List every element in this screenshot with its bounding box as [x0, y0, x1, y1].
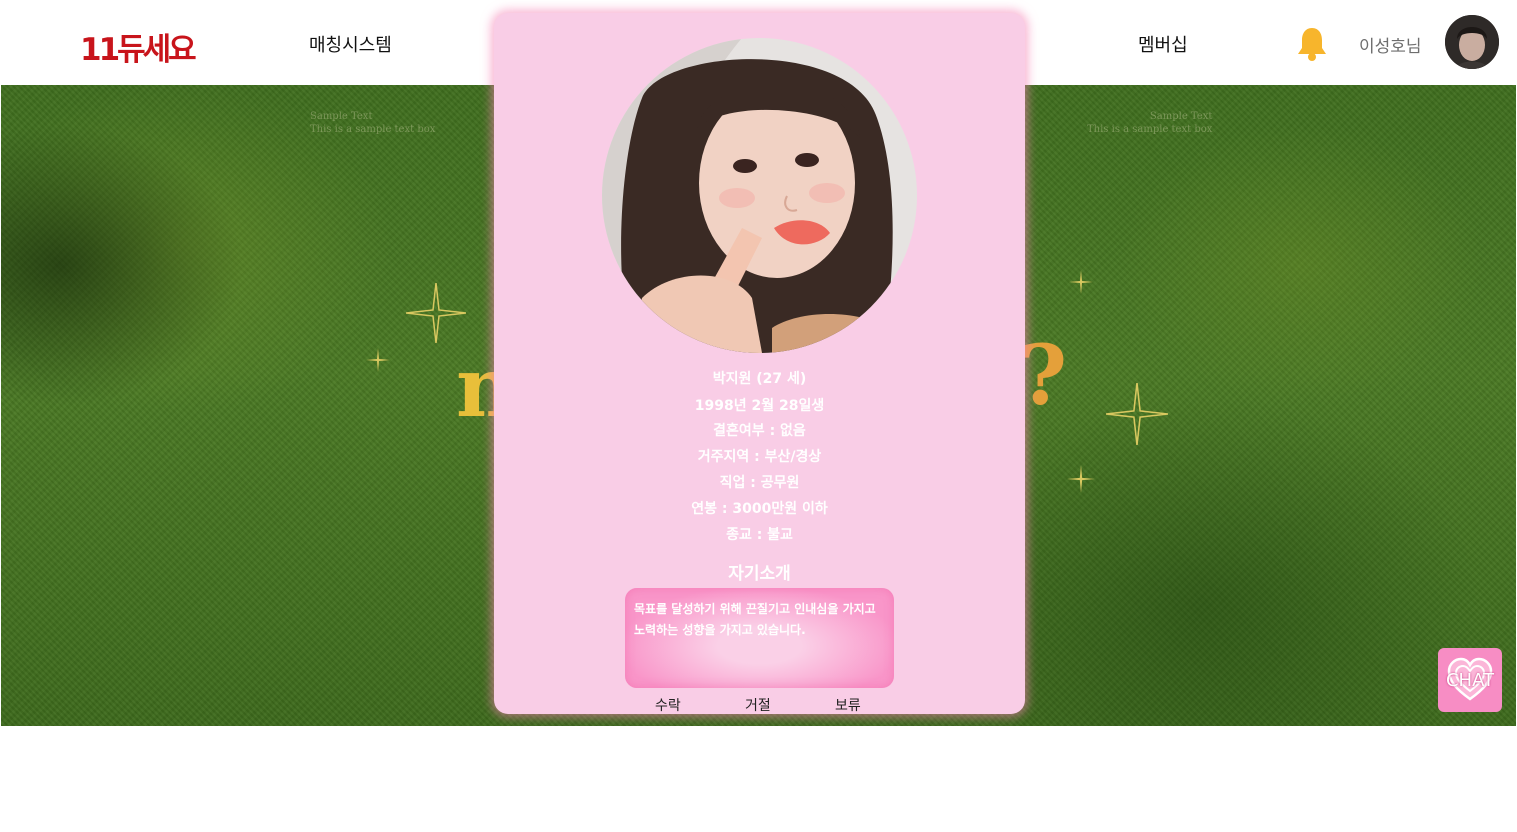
intro-text: 목표를 달성하기 위해 끈질기고 인내심을 가지고 노력하는 성향을 가지고 있…	[634, 602, 876, 637]
hold-button[interactable]: 보류	[835, 695, 861, 715]
bell-icon[interactable]	[1295, 26, 1329, 62]
sparkle-icon	[406, 283, 466, 343]
sample-text-left: Sample Text This is a sample text box	[310, 110, 435, 136]
profile-marriage: 결혼여부 : 없음	[713, 423, 806, 439]
sparkle-icon	[366, 348, 390, 372]
profile-name-age: 박지원 (27 세)	[712, 371, 807, 387]
chat-button[interactable]: CHAT	[1438, 648, 1502, 712]
chat-label: CHAT	[1445, 670, 1494, 691]
profile-photo	[602, 38, 917, 353]
profile-region: 거주지역 : 부산/경상	[697, 449, 822, 465]
profile-birth: 1998년 2월 28일생	[694, 398, 825, 414]
sample-text-right-line1: Sample Text	[1149, 111, 1213, 122]
site-logo[interactable]: 11듀세요	[80, 24, 197, 69]
profile-job: 직업 : 공무원	[719, 475, 800, 491]
sample-text-left-line1: Sample Text	[310, 111, 373, 122]
reject-button[interactable]: 거절	[745, 695, 771, 715]
profile-photo-image	[602, 38, 917, 353]
nav-membership[interactable]: 멤버십	[1138, 31, 1188, 57]
profile-salary: 연봉 : 3000만원 이하	[691, 501, 828, 517]
sparkle-icon	[1106, 383, 1168, 445]
accept-button[interactable]: 수락	[655, 695, 681, 715]
sparkle-icon	[1069, 270, 1093, 294]
sample-text-left-line2: This is a sample text box	[310, 124, 436, 135]
intro-box: 목표를 달성하기 위해 끈질기고 인내심을 가지고 노력하는 성향을 가지고 있…	[625, 588, 894, 688]
sample-text-right-line2: This is a sample text box	[1087, 124, 1213, 135]
nav-matching-system[interactable]: 매칭시스템	[309, 31, 392, 57]
intro-title: 자기소개	[728, 564, 791, 584]
hero-big-text-right: ?	[1019, 328, 1068, 424]
sparkle-icon	[1067, 465, 1095, 493]
avatar-image	[1445, 15, 1499, 69]
profile-religion: 종교 : 불교	[726, 527, 793, 543]
sample-text-right: Sample Text This is a sample text box	[1087, 110, 1212, 136]
user-name[interactable]: 이성호님	[1359, 32, 1422, 57]
user-avatar[interactable]	[1445, 15, 1499, 69]
profile-card: 박지원 (27 세) 1998년 2월 28일생 결혼여부 : 없음 거주지역 …	[494, 13, 1025, 714]
